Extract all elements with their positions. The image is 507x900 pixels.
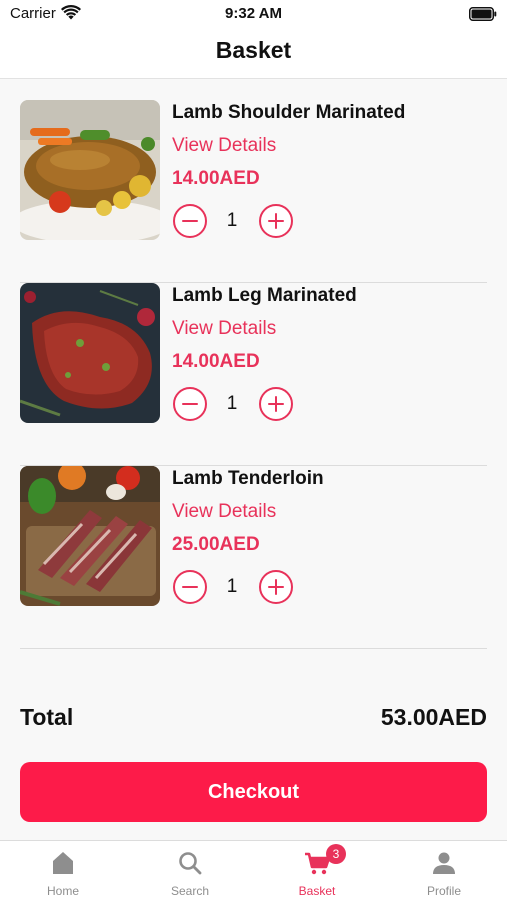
view-details-link[interactable]: View Details (172, 501, 276, 523)
lamb-shoulder-image (20, 100, 160, 240)
decrease-quantity-button[interactable] (173, 570, 207, 604)
product-image[interactable] (20, 466, 160, 606)
product-price: 14.00AED (172, 351, 260, 372)
tab-search[interactable]: Search (127, 841, 253, 900)
product-name: Lamb Tenderloin (172, 468, 324, 489)
clock: 9:32 AM (225, 5, 282, 22)
tab-bar: Home Search 3 Basket Profile (0, 840, 507, 900)
quantity-value: 1 (226, 210, 238, 231)
product-price: 25.00AED (172, 534, 260, 555)
search-icon (179, 852, 202, 875)
battery-icon (469, 7, 497, 21)
tab-home[interactable]: Home (0, 841, 126, 900)
basket-item: Lamb Tenderloin View Details 25.00AED 1 (20, 466, 487, 649)
product-name: Lamb Leg Marinated (172, 285, 357, 306)
decrease-quantity-button[interactable] (173, 387, 207, 421)
minus-icon (182, 219, 198, 222)
quantity-value: 1 (226, 393, 238, 414)
lamb-tenderloin-image (20, 466, 160, 606)
plus-icon (274, 213, 278, 229)
home-icon (53, 852, 73, 874)
minus-icon (182, 585, 198, 588)
basket-item: Lamb Leg Marinated View Details 14.00AED… (20, 283, 487, 466)
view-details-link[interactable]: View Details (172, 318, 276, 340)
plus-icon (274, 579, 278, 595)
total-label: Total (20, 704, 74, 730)
increase-quantity-button[interactable] (259, 204, 293, 238)
tab-basket[interactable]: 3 Basket (254, 841, 380, 900)
decrease-quantity-button[interactable] (173, 204, 207, 238)
basket-screen: Carrier 9:32 AM Basket Lamb Shoulder Mar… (0, 0, 507, 900)
increase-quantity-button[interactable] (259, 570, 293, 604)
quantity-value: 1 (226, 576, 238, 597)
lamb-leg-image (20, 283, 160, 423)
product-image[interactable] (20, 100, 160, 240)
tab-label: Home (46, 884, 79, 898)
minus-icon (182, 402, 198, 405)
cart-count-badge: 3 (326, 844, 346, 864)
basket-item: Lamb Shoulder Marinated View Details 14.… (20, 100, 487, 283)
profile-icon (433, 852, 455, 874)
increase-quantity-button[interactable] (259, 387, 293, 421)
product-image[interactable] (20, 283, 160, 423)
page-title: Basket (215, 37, 292, 63)
tab-label: Search (170, 884, 210, 898)
tab-label: Profile (426, 884, 461, 898)
view-details-link[interactable]: View Details (172, 135, 276, 157)
nav-header: Basket (0, 28, 507, 79)
tab-label: Basket (298, 884, 336, 898)
product-name: Lamb Shoulder Marinated (172, 102, 406, 123)
tab-profile[interactable]: Profile (381, 841, 507, 900)
checkout-button[interactable]: Checkout (20, 762, 487, 822)
plus-icon (274, 396, 278, 412)
status-bar: Carrier 9:32 AM (0, 0, 507, 28)
total-value: 53.00AED (380, 704, 487, 730)
product-price: 14.00AED (172, 168, 260, 189)
